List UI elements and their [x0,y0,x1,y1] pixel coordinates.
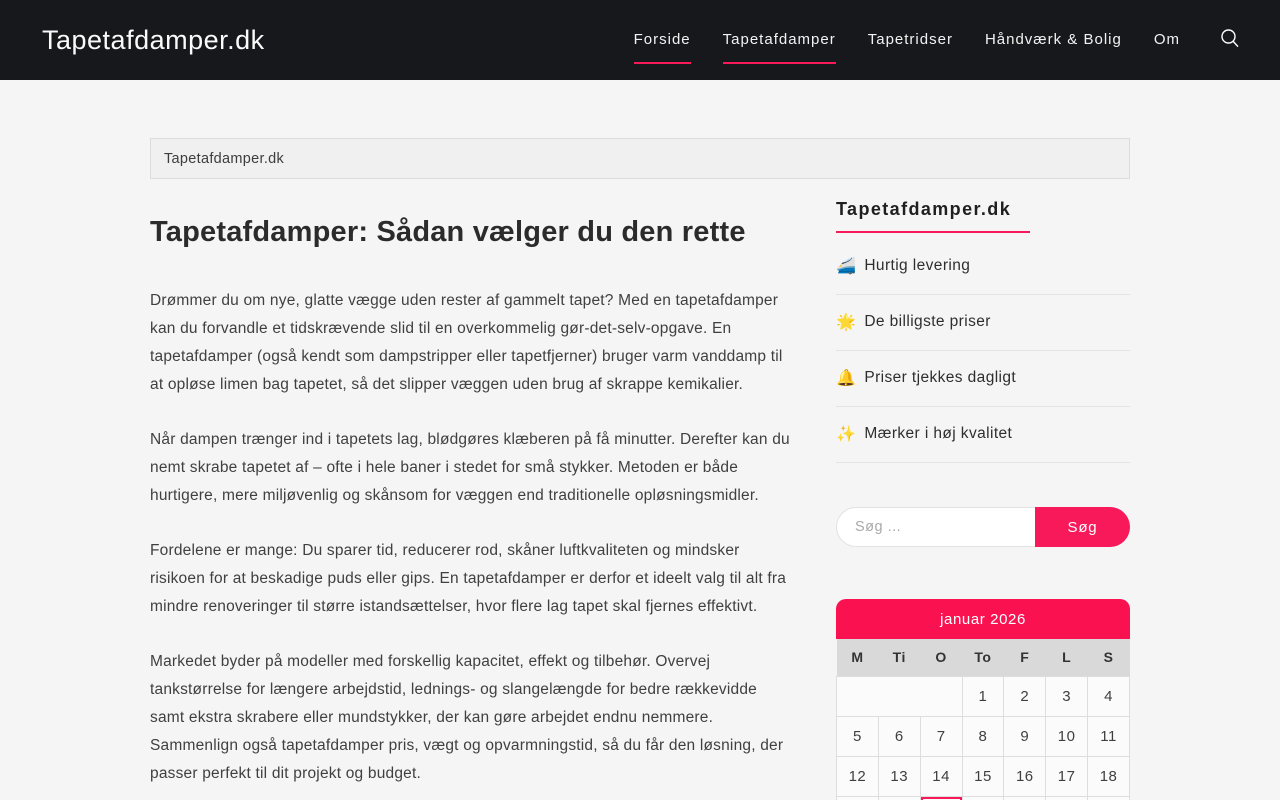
sidebar: Tapetafdamper.dk 🚄 Hurtig levering 🌟 De bil… [836,179,1130,800]
calendar-day-25: 25 [1087,795,1130,800]
calendar-day-1: 1 [961,675,1005,717]
calendar-weekday-to: To [962,639,1004,676]
article-paragraph-2: Når dampen trænger ind i tapetets lag, b… [150,431,790,504]
calendar-day-2: 2 [1003,675,1047,717]
calendar-weekday-s: S [1087,639,1130,676]
breadcrumb: Tapetafdamper.dk [150,138,1130,179]
calendar-day-20: 20 [877,795,921,800]
sparkles-icon: ✨ [836,426,857,443]
article-paragraph-3: Fordelene er mange: Du sparer tid, reduc… [150,542,787,615]
calendar-day-9: 9 [1003,715,1047,757]
calendar-day-11: 11 [1087,715,1130,757]
calendar-day-13: 13 [877,755,921,797]
calendar-day-6: 6 [877,715,921,757]
calendar-caption: januar 2026 [836,599,1130,639]
nav-item-tapetridser[interactable]: Tapetridser [868,31,953,64]
feature-label: Priser tjekkes dagligt [864,369,1017,386]
feature-item-de-billigste-priser: 🌟 De billigste priser [836,295,1130,351]
calendar-week-row: 1234 [836,675,1130,717]
page-title: Tapetafdamper: Sådan vælger du den rette [150,216,746,248]
breadcrumb-text: Tapetafdamper.dk [164,150,285,167]
feature-item-priser-tjekkes-dagligt: 🔔 Priser tjekkes dagligt [836,351,1130,407]
feature-list: 🚄 Hurtig levering 🌟 De billigste priser 🔔 Pri… [836,239,1130,463]
feature-label: Hurtig levering [864,257,971,274]
calendar-weekday-o: O [920,639,963,676]
calendar-day-24: 24 [1045,795,1089,800]
bell-icon: 🔔 [836,370,857,387]
calendar-day-12: 12 [836,755,879,797]
calendar-day-4: 4 [1087,675,1130,717]
calendar-day-17: 17 [1045,755,1089,797]
search-submit-button[interactable]: Søg [1035,507,1130,547]
nav-item-håndværk-bolig[interactable]: Håndværk & Bolig [985,31,1122,64]
calendar-empty-cell [836,675,963,717]
article-paragraph-4: Markedet byder på modeller med forskelli… [150,653,784,782]
train-icon: 🚄 [836,258,857,275]
calendar-day-10: 10 [1045,715,1089,757]
main-nav: Forside Tapetafdamper Tapetridser Håndværk … [633,27,1242,64]
calendar-week-row: 12 13 14 15 16 17 18 [836,755,1130,797]
calendar-day-18: 18 [1087,755,1130,797]
calendar-day-3: 3 [1045,675,1089,717]
article: Tapetafdamper: Sådan vælger du den rette… [150,179,790,800]
calendar-weekday-row: M Ti O To F L S [836,639,1130,676]
calendar-day-21: 21 [919,795,963,800]
calendar-week-row: 19202122232425 [836,795,1130,800]
calendar-day-16: 16 [1003,755,1047,797]
nav-item-tapetafdamper[interactable]: Tapetafdamper [722,31,836,64]
nav-item-forside[interactable]: Forside [633,31,691,64]
site-logo[interactable]: Tapetafdamper.dk [42,25,265,56]
calendar-day-14: 14 [919,755,963,797]
feature-item-hurtig-levering: 🚄 Hurtig levering [836,239,1130,295]
nav-item-om[interactable]: Om [1154,31,1180,64]
calendar-day-8: 8 [961,715,1005,757]
calendar-weekday-l: L [1045,639,1088,676]
article-paragraph-1: Drømmer du om nye, glatte vægge uden res… [150,292,783,393]
sidebar-title: Tapetafdamper.dk [836,199,1130,233]
star-icon: 🌟 [836,314,857,331]
calendar-body: 1234567891011121314151617181920212223242… [836,675,1130,800]
calendar-day-15: 15 [961,755,1005,797]
feature-label: De billigste priser [864,313,991,330]
calendar-week-row: 5 6 7 8 9 10 11 [836,715,1130,757]
calendar-day-19: 19 [836,795,879,800]
site-header: Tapetafdamper.dk Forside Tapetafdamper Tap… [0,0,1280,80]
sidebar-search-form: Søg [836,507,1130,547]
calendar-table: MTiOToFLS 123456789101112131415161718192… [836,639,1130,800]
feature-item-mærker-i-høj-kvalitet: ✨ Mærker i høj kvalitet [836,407,1130,463]
calendar-day-23: 23 [1003,795,1047,800]
calendar-day-5: 5 [836,715,879,757]
header-search-button[interactable] [1218,27,1242,54]
search-icon [1218,27,1242,54]
calendar-widget: januar 2026 M Ti O To F L S 1 2 3 4 5 6 7 8 9 10 11 12 13 1… [836,599,1130,800]
calendar-weekday-f: F [1003,639,1046,676]
feature-label: Mærker i høj kvalitet [864,425,1013,442]
calendar-day-7: 7 [919,715,963,757]
calendar-weekday-m: M [836,639,879,676]
calendar-weekday-ti: Ti [878,639,921,676]
calendar-day-22: 22 [961,795,1005,800]
